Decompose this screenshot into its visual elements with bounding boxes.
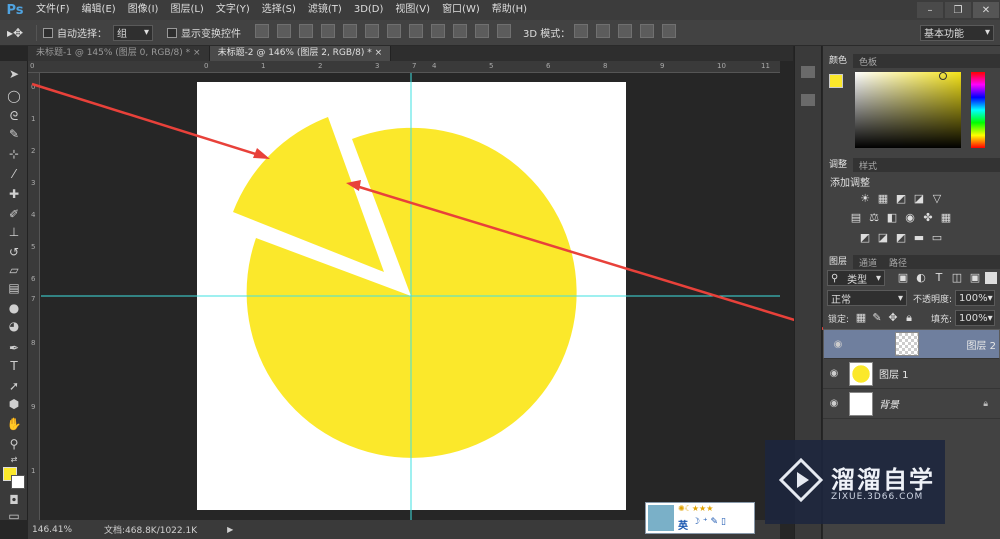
filter-pixel-icon[interactable]: ▣ (897, 272, 909, 284)
tab-swatches[interactable]: 色板 (853, 55, 883, 68)
history-panel-icon[interactable] (801, 66, 815, 78)
fill-value: 100% (959, 312, 988, 324)
posterize-icon[interactable]: ◪ (877, 232, 889, 244)
zoom-readout[interactable]: 146.41% (32, 525, 92, 535)
levels-icon[interactable]: ▦ (877, 193, 889, 205)
opacity-value: 100% (959, 292, 988, 304)
tab-styles[interactable]: 样式 (853, 159, 883, 172)
black-white-icon[interactable]: ◧ (886, 212, 898, 224)
vibrance-icon[interactable]: ▽ (931, 193, 943, 205)
invert-icon[interactable]: ◩ (859, 232, 871, 244)
threshold-icon[interactable]: ◩ (895, 232, 907, 244)
blend-mode-dropdown[interactable]: 正常 ▾ (827, 290, 907, 306)
tab-layers[interactable]: 图层 (823, 255, 854, 269)
kind-filter-value: 类型 (847, 274, 868, 286)
play-logo-icon (779, 458, 823, 502)
lock-all-icon[interactable]: 🔒︎ (903, 312, 915, 324)
search-icon: ⚲ (831, 272, 839, 284)
arrowhead-icon (253, 148, 270, 159)
layer-kind-filter[interactable]: ⚲ 类型 ▾ (827, 270, 885, 286)
watermark-url: ZIXUE.3D66.COM (831, 492, 924, 502)
tab-color[interactable]: 颜色 (823, 54, 854, 68)
color-panel-header: 颜色 色板 (823, 54, 1000, 68)
layer-name[interactable]: 图层 1 (879, 366, 909, 381)
layer-thumbnail (849, 361, 873, 386)
opacity-input[interactable]: 100% ▾ (955, 290, 995, 306)
color-lookup-icon[interactable]: ▦ (940, 212, 952, 224)
ime-status-icons: ✺☾★★★ (678, 504, 714, 513)
ime-tools-icons[interactable]: ☽ ⁺ ✎ ▯ (692, 517, 726, 527)
visibility-eye-icon[interactable]: ◉ (823, 398, 845, 409)
hue-sat-icon[interactable]: ▤ (850, 212, 862, 224)
filter-type-icon[interactable]: T (933, 272, 945, 284)
lock-transparent-icon[interactable]: ▦ (855, 312, 867, 324)
gradient-map-icon[interactable]: ▬ (913, 232, 925, 244)
watermark: 溜溜自学 ZIXUE.3D66.COM (765, 440, 945, 524)
chevron-down-icon: ▾ (987, 292, 993, 304)
chevron-down-icon: ▾ (987, 312, 993, 324)
layers-panel-header: 图层 通道 路径 (823, 255, 1000, 269)
layer-name[interactable]: 背景 (879, 396, 899, 411)
lock-position-icon[interactable]: ✥ (887, 312, 899, 324)
visibility-eye-icon[interactable]: ◉ (823, 368, 845, 379)
lock-image-icon[interactable]: ✎ (871, 312, 883, 324)
watermark-title: 溜溜自学 (831, 466, 935, 494)
exposure-icon[interactable]: ◪ (913, 193, 925, 205)
color-balance-icon[interactable]: ⚖ (868, 212, 880, 224)
layer-row-layer-2[interactable]: ◉ 图层 2 (823, 329, 1000, 359)
annotation-arrow (31, 82, 263, 158)
status-menu-icon[interactable]: ▶ (227, 525, 233, 534)
chevron-down-icon: ▾ (875, 272, 881, 284)
opacity-label: 不透明度: (913, 295, 953, 305)
fill-label: 填充: (931, 315, 953, 325)
fill-input[interactable]: 100% ▾ (955, 310, 995, 326)
brightness-icon[interactable]: ☀ (859, 193, 871, 205)
channel-mixer-icon[interactable]: ✤ (922, 212, 934, 224)
filter-toggle-icon[interactable] (985, 272, 997, 284)
photo-filter-icon[interactable]: ◉ (904, 212, 916, 224)
layer-thumbnail (849, 391, 873, 416)
ime-language[interactable]: 英 (678, 517, 688, 532)
filter-adjust-icon[interactable]: ◐ (915, 272, 927, 284)
layer-row-layer-1[interactable]: ◉ 图层 1 (823, 359, 1000, 389)
doc-size-readout: 文档:468.8K/1022.1K (104, 526, 198, 536)
tab-paths[interactable]: 路径 (883, 256, 913, 269)
add-adjustment-label: 添加调整 (830, 178, 870, 189)
tab-channels[interactable]: 通道 (853, 256, 883, 269)
color-picker-handle[interactable] (939, 72, 947, 80)
color-fg-swatch[interactable] (829, 74, 843, 88)
layer-thumbnail (894, 332, 919, 356)
selective-color-icon[interactable]: ▭ (931, 232, 943, 244)
adjust-panel-header: 调整 样式 (823, 158, 1000, 172)
filter-shape-icon[interactable]: ◫ (951, 272, 963, 284)
blend-mode-value: 正常 (831, 294, 851, 306)
lock-label: 锁定: (828, 315, 850, 325)
filter-smart-icon[interactable]: ▣ (969, 272, 981, 284)
hue-slider[interactable] (971, 72, 985, 148)
lock-icon: 🔒︎ (983, 398, 988, 409)
chevron-down-icon: ▾ (897, 292, 903, 304)
properties-panel-icon[interactable] (801, 94, 815, 106)
layer-name[interactable]: 图层 2 (966, 337, 996, 352)
visibility-eye-icon[interactable]: ◉ (827, 339, 849, 350)
ime-toolbar: 英 ✺☾★★★ ☽ ⁺ ✎ ▯ (645, 502, 755, 534)
curves-icon[interactable]: ◩ (895, 193, 907, 205)
tab-adjustments[interactable]: 调整 (823, 158, 854, 172)
color-field[interactable] (855, 72, 961, 148)
ime-avatar (648, 505, 674, 531)
layer-row-background[interactable]: ◉ 背景 🔒︎ (823, 389, 1000, 419)
